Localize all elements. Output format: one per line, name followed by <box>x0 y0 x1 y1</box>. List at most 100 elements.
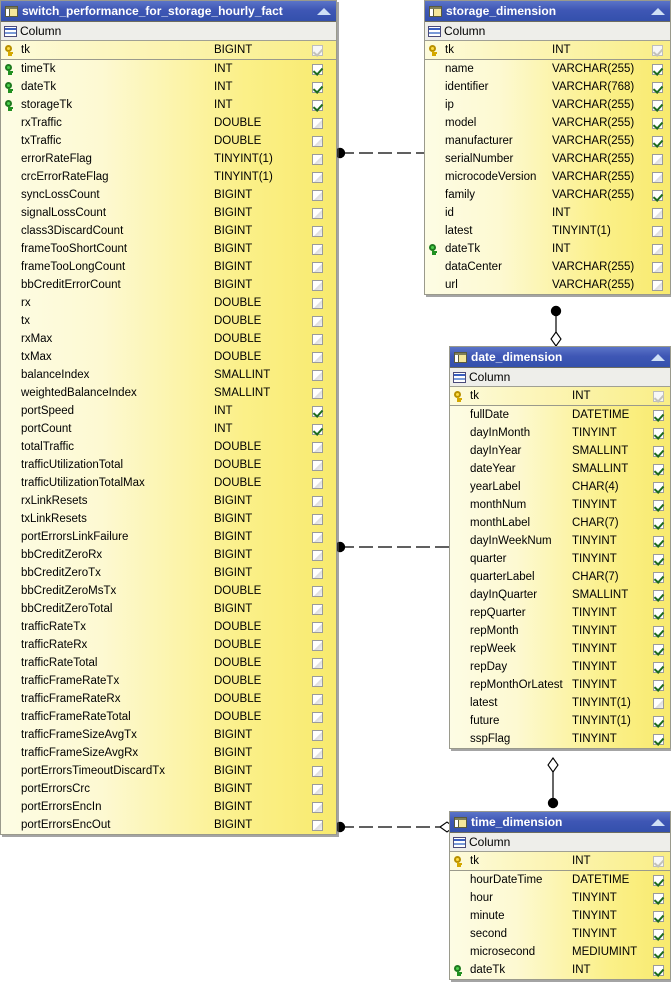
not-null-checkbox[interactable] <box>311 315 323 327</box>
not-null-checkbox-cell[interactable] <box>644 225 670 237</box>
not-null-checkbox-cell[interactable] <box>298 423 336 435</box>
not-null-checkbox[interactable] <box>311 243 323 255</box>
not-null-checkbox[interactable] <box>652 445 664 457</box>
not-null-checkbox[interactable] <box>651 261 663 273</box>
not-null-checkbox-cell[interactable] <box>298 549 336 561</box>
entity-table-time[interactable]: time_dimension Column tk INT hourDateTime D… <box>449 811 671 980</box>
not-null-checkbox-cell[interactable] <box>298 405 336 417</box>
column-row[interactable]: tk INT <box>425 41 670 60</box>
not-null-checkbox-cell[interactable] <box>298 567 336 579</box>
column-row[interactable]: repMonth TINYINT <box>450 622 670 640</box>
column-row[interactable]: trafficFrameRateTx DOUBLE <box>1 672 336 690</box>
column-row[interactable]: dayInMonth TINYINT <box>450 424 670 442</box>
not-null-checkbox[interactable] <box>311 351 323 363</box>
column-row[interactable]: syncLossCount BIGINT <box>1 186 336 204</box>
not-null-checkbox-cell[interactable] <box>644 44 670 56</box>
not-null-checkbox-cell[interactable] <box>646 892 670 904</box>
entity-titlebar[interactable]: date_dimension <box>450 347 670 368</box>
column-row[interactable]: name VARCHAR(255) <box>425 60 670 78</box>
not-null-checkbox-cell[interactable] <box>298 207 336 219</box>
not-null-checkbox-cell[interactable] <box>298 693 336 705</box>
not-null-checkbox-cell[interactable] <box>644 63 670 75</box>
not-null-checkbox[interactable] <box>652 589 664 601</box>
not-null-checkbox[interactable] <box>652 535 664 547</box>
not-null-checkbox-cell[interactable] <box>646 928 670 940</box>
not-null-checkbox[interactable] <box>311 333 323 345</box>
column-row[interactable]: hourDateTime DATETIME <box>450 871 670 889</box>
column-row[interactable]: trafficFrameRateRx DOUBLE <box>1 690 336 708</box>
column-row[interactable]: ip VARCHAR(255) <box>425 96 670 114</box>
column-row[interactable]: repWeek TINYINT <box>450 640 670 658</box>
not-null-checkbox[interactable] <box>311 81 323 93</box>
not-null-checkbox[interactable] <box>652 499 664 511</box>
not-null-checkbox[interactable] <box>651 135 663 147</box>
not-null-checkbox-cell[interactable] <box>644 243 670 255</box>
not-null-checkbox[interactable] <box>652 679 664 691</box>
entity-table-date[interactable]: date_dimension Column tk INT fullDate DATET… <box>449 346 671 749</box>
not-null-checkbox-cell[interactable] <box>298 459 336 471</box>
not-null-checkbox[interactable] <box>311 171 323 183</box>
not-null-checkbox[interactable] <box>651 171 663 183</box>
not-null-checkbox[interactable] <box>311 603 323 615</box>
column-row[interactable]: microcodeVersion VARCHAR(255) <box>425 168 670 186</box>
not-null-checkbox[interactable] <box>652 481 664 493</box>
not-null-checkbox-cell[interactable] <box>298 369 336 381</box>
not-null-checkbox[interactable] <box>311 747 323 759</box>
not-null-checkbox-cell[interactable] <box>298 639 336 651</box>
not-null-checkbox-cell[interactable] <box>646 535 670 547</box>
not-null-checkbox-cell[interactable] <box>298 729 336 741</box>
column-row[interactable]: portErrorsLinkFailure BIGINT <box>1 528 336 546</box>
relationship-fact-time[interactable] <box>334 821 455 833</box>
not-null-checkbox-cell[interactable] <box>298 513 336 525</box>
not-null-checkbox-cell[interactable] <box>298 387 336 399</box>
not-null-checkbox[interactable] <box>311 549 323 561</box>
not-null-checkbox[interactable] <box>311 297 323 309</box>
not-null-checkbox-cell[interactable] <box>298 351 336 363</box>
column-row[interactable]: quarter TINYINT <box>450 550 670 568</box>
not-null-checkbox[interactable] <box>651 207 663 219</box>
not-null-checkbox-cell[interactable] <box>298 477 336 489</box>
not-null-checkbox[interactable] <box>311 369 323 381</box>
collapse-triangle-icon[interactable] <box>316 4 333 19</box>
column-row[interactable]: storageTk INT <box>1 96 336 114</box>
relationship-time-date[interactable] <box>547 757 559 809</box>
not-null-checkbox[interactable] <box>651 189 663 201</box>
not-null-checkbox[interactable] <box>311 495 323 507</box>
not-null-checkbox[interactable] <box>652 607 664 619</box>
not-null-checkbox-cell[interactable] <box>646 697 670 709</box>
collapse-triangle-icon[interactable] <box>650 350 667 365</box>
not-null-checkbox-cell[interactable] <box>298 189 336 201</box>
column-row[interactable]: portErrorsTimeoutDiscardTx BIGINT <box>1 762 336 780</box>
not-null-checkbox[interactable] <box>311 621 323 633</box>
not-null-checkbox[interactable] <box>652 553 664 565</box>
entity-titlebar[interactable]: storage_dimension <box>425 1 670 22</box>
column-row[interactable]: microsecond MEDIUMINT <box>450 943 670 961</box>
not-null-checkbox-cell[interactable] <box>646 463 670 475</box>
not-null-checkbox[interactable] <box>651 81 663 93</box>
not-null-checkbox[interactable] <box>651 99 663 111</box>
column-row[interactable]: url VARCHAR(255) <box>425 276 670 294</box>
column-row[interactable]: tk INT <box>450 852 670 871</box>
not-null-checkbox[interactable] <box>651 153 663 165</box>
not-null-checkbox-cell[interactable] <box>298 603 336 615</box>
not-null-checkbox[interactable] <box>311 819 323 831</box>
column-row[interactable]: dateTk INT <box>1 78 336 96</box>
not-null-checkbox-cell[interactable] <box>298 279 336 291</box>
column-row[interactable]: txTraffic DOUBLE <box>1 132 336 150</box>
not-null-checkbox-cell[interactable] <box>298 441 336 453</box>
column-row[interactable]: latest TINYINT(1) <box>425 222 670 240</box>
column-row[interactable]: frameTooShortCount BIGINT <box>1 240 336 258</box>
not-null-checkbox-cell[interactable] <box>646 571 670 583</box>
not-null-checkbox-cell[interactable] <box>298 44 336 56</box>
column-row[interactable]: portErrorsEncOut BIGINT <box>1 816 336 834</box>
column-row[interactable]: family VARCHAR(255) <box>425 186 670 204</box>
column-row[interactable]: model VARCHAR(255) <box>425 114 670 132</box>
column-row[interactable]: dateTk INT <box>450 961 670 979</box>
column-row[interactable]: trafficFrameRateTotal DOUBLE <box>1 708 336 726</box>
not-null-checkbox[interactable] <box>311 657 323 669</box>
column-row[interactable]: tx DOUBLE <box>1 312 336 330</box>
column-row[interactable]: dayInWeekNum TINYINT <box>450 532 670 550</box>
not-null-checkbox[interactable] <box>311 99 323 111</box>
column-row[interactable]: totalTraffic DOUBLE <box>1 438 336 456</box>
column-row[interactable]: tk BIGINT <box>1 41 336 60</box>
